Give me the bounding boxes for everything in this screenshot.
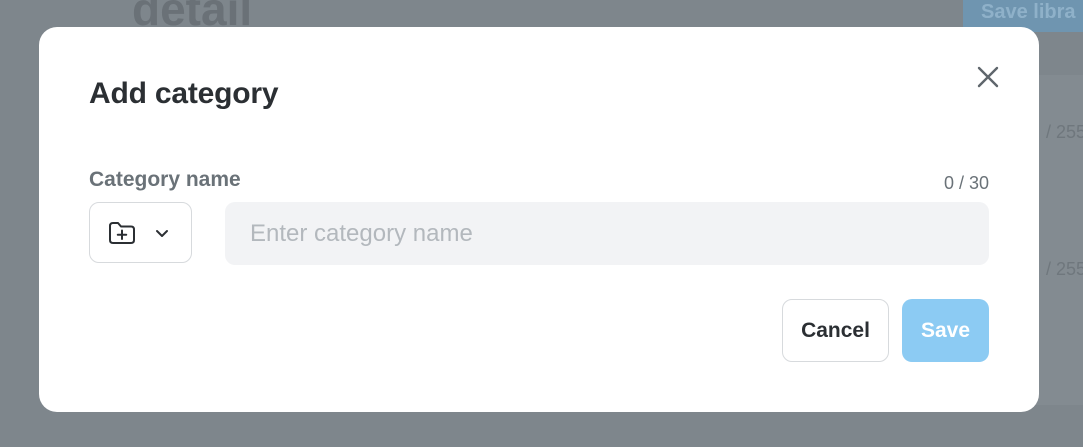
cancel-button[interactable]: Cancel: [782, 299, 889, 362]
category-name-label: Category name: [89, 168, 241, 191]
dialog-title: Add category: [89, 77, 279, 110]
background-counter: / 255: [1046, 259, 1083, 279]
background-counter: / 255: [1046, 122, 1083, 142]
chevron-down-icon: [156, 229, 168, 237]
close-icon: [977, 66, 999, 88]
add-category-dialog: Add category Category name 0 / 30 Cancel…: [39, 27, 1039, 412]
character-counter: 0 / 30: [943, 173, 989, 193]
folder-plus-icon: [109, 221, 135, 244]
category-name-input[interactable]: [225, 202, 989, 265]
close-button[interactable]: [973, 62, 1003, 92]
save-button[interactable]: Save: [902, 299, 989, 362]
icon-picker-dropdown[interactable]: [89, 202, 192, 263]
